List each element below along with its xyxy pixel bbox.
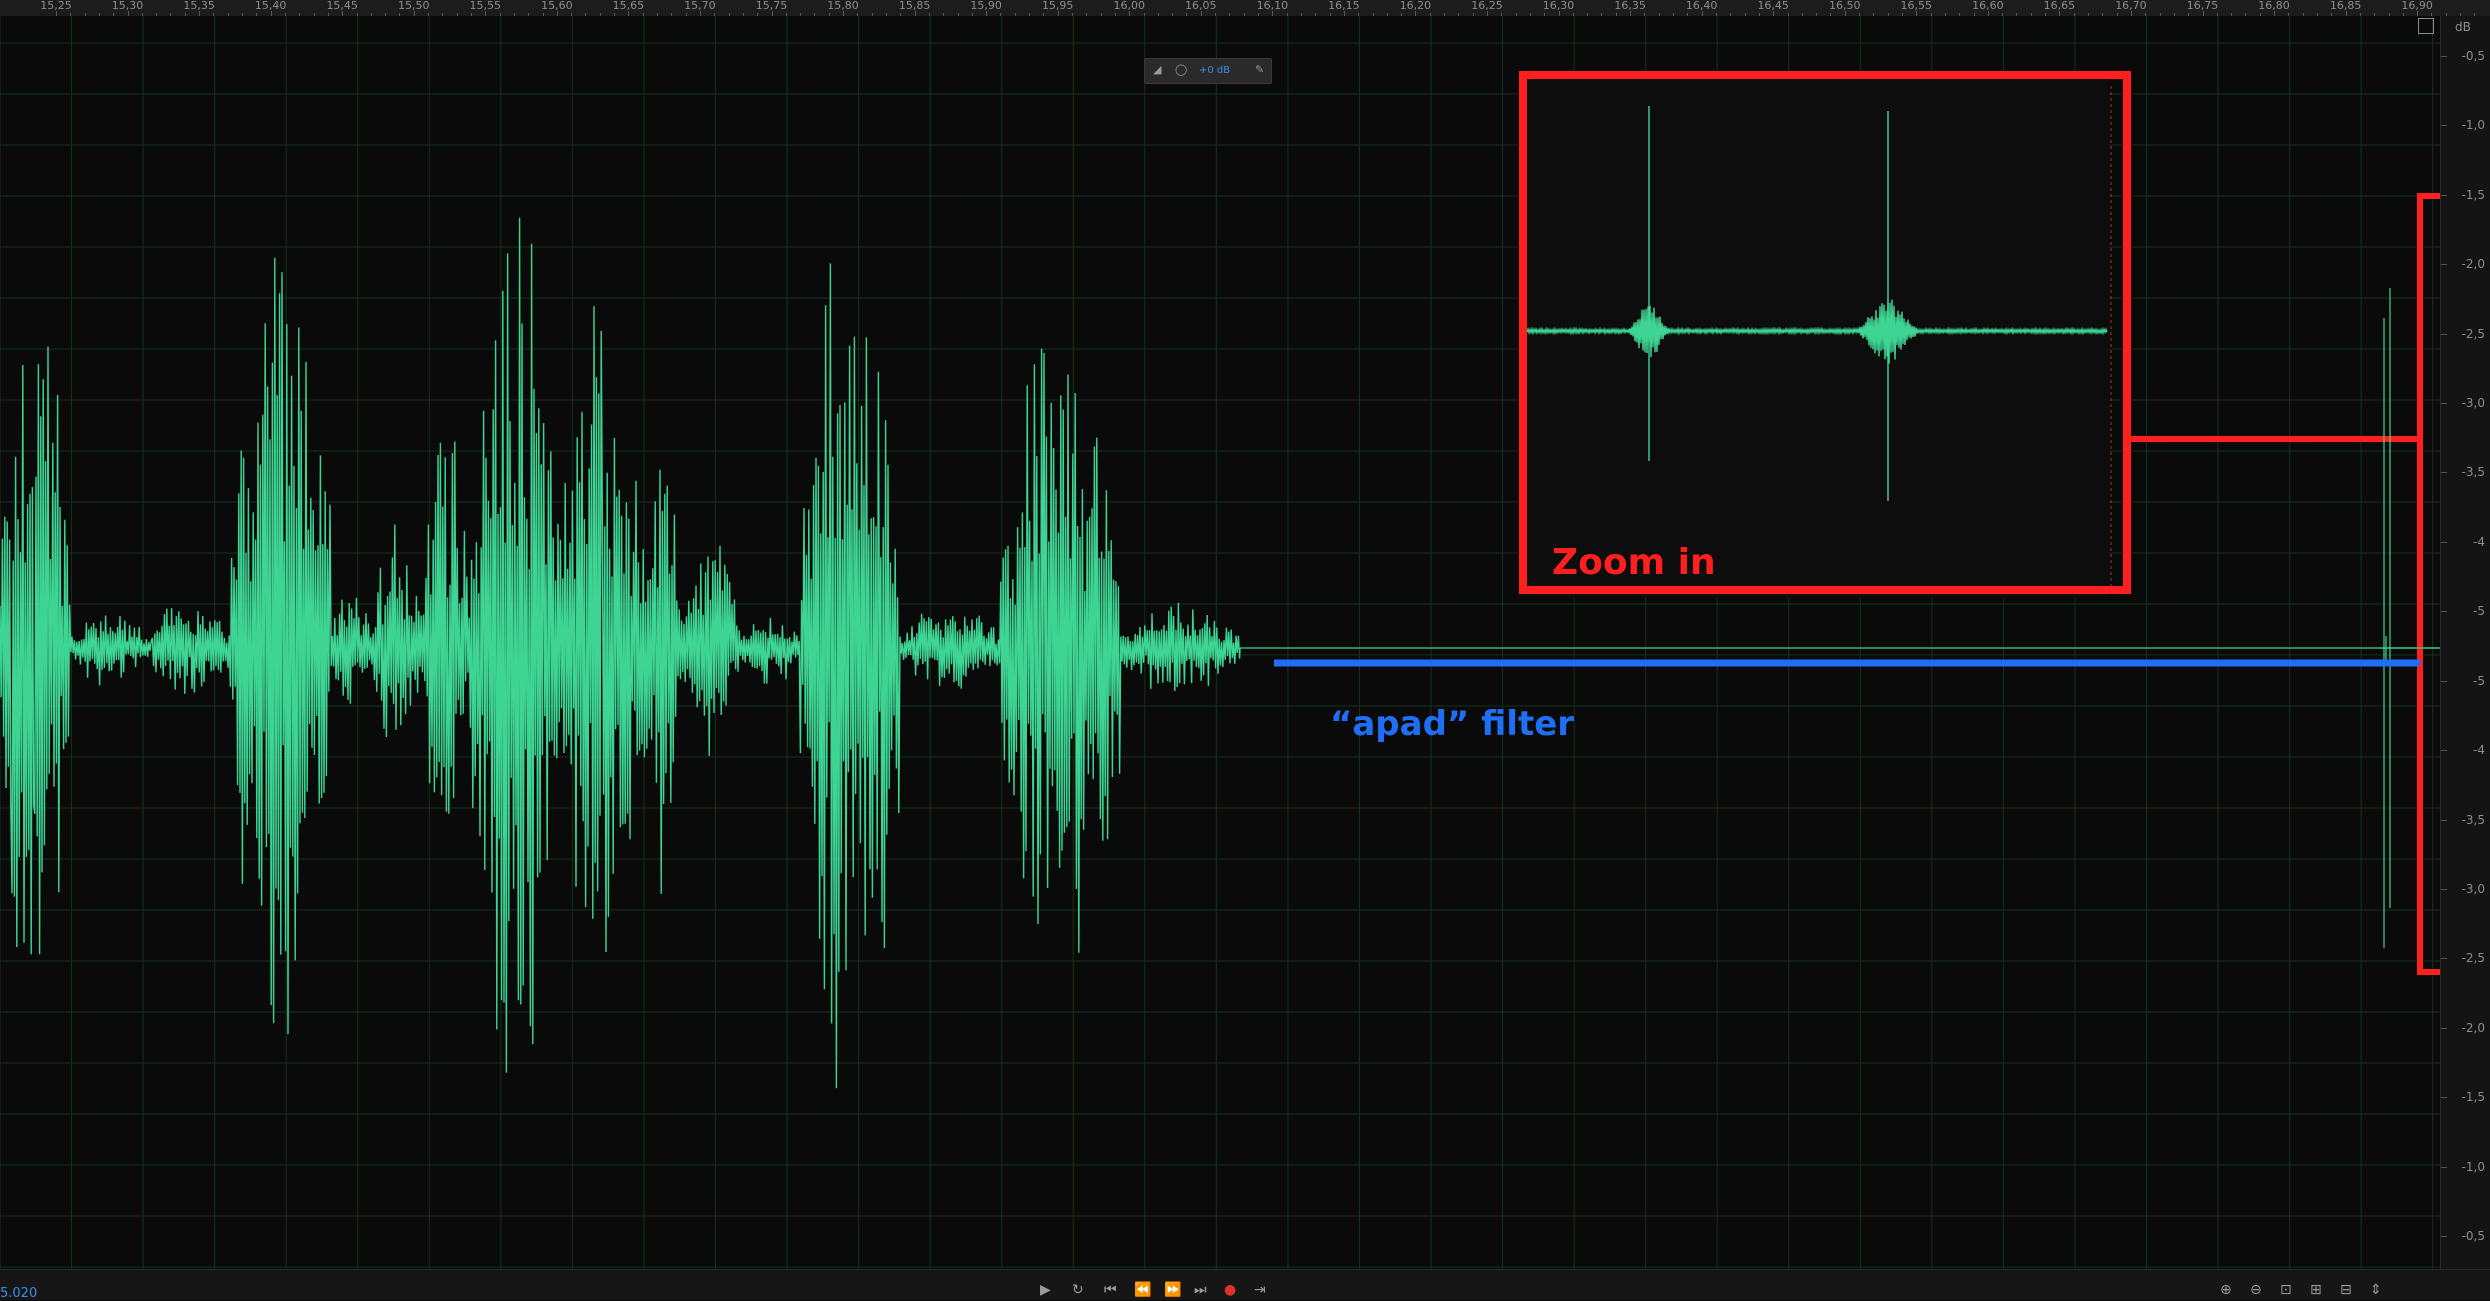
zoom-out-icon[interactable]: ⊖ (2250, 1282, 2262, 1298)
scale-tick (2441, 1166, 2447, 1168)
ruler-tick-label: 16,35 (1614, 0, 1646, 12)
record-icon[interactable]: ● (1224, 1282, 1236, 1298)
scale-tick (2441, 819, 2447, 821)
ruler-tick-label: 16,00 (1113, 0, 1146, 12)
scale-tick (2441, 1097, 2447, 1099)
ruler-tick-label: 16,45 (1757, 0, 1789, 12)
scale-label: -0,5 (2461, 49, 2485, 63)
scale-label: -2,0 (2461, 257, 2485, 272)
ruler-tick-label: 15,65 (612, 0, 645, 12)
scale-label: -1,5 (2461, 187, 2485, 202)
gain-hud[interactable]: ◢ ◯ +0 dB ✎ (1144, 58, 1272, 84)
zoom-selection-icon[interactable]: ⊞ (2310, 1282, 2322, 1298)
zoom-inset (1519, 71, 2131, 598)
gain-value: +0 dB (1199, 65, 1231, 76)
ruler-tick-label: 16,50 (1829, 0, 1861, 12)
transport-bar: 5.020 ▶ ↻ ⏮ ⏪ ⏩ ⏭ ● ⇥ ⊕ ⊖ ⊡ ⊞ ⊟ ⇕ (0, 1269, 2490, 1301)
ruler-tick-label: 15,25 (40, 0, 72, 12)
scale-label: -1,0 (2461, 1159, 2485, 1174)
scale-label: -2,5 (2461, 951, 2485, 966)
zoom-in-icon[interactable]: ⊕ (2220, 1282, 2232, 1298)
ruler-tick-label: 16,25 (1471, 0, 1503, 12)
scale-label: -2,0 (2461, 1020, 2485, 1035)
ruler-tick-label: 16,40 (1685, 0, 1718, 12)
ruler-tick-label: 15,35 (183, 0, 215, 12)
zoom-corner-icon[interactable] (2418, 18, 2434, 34)
scale-tick (2441, 680, 2447, 682)
scale-label: -4 (2473, 743, 2485, 758)
scale-tick (2441, 56, 2447, 57)
scale-tick (2441, 333, 2447, 335)
scale-label: -0,5 (2461, 1229, 2485, 1243)
ruler-tick-label: 15,80 (827, 0, 859, 12)
rewind-icon[interactable]: ⏪ (1134, 1282, 1151, 1298)
zoom-in-label: Zoom in (1552, 542, 1716, 583)
play-icon[interactable]: ▶ (1040, 1282, 1051, 1298)
ruler-tick-label: 16,10 (1256, 0, 1289, 12)
ruler-tick-label: 15,90 (970, 0, 1002, 12)
zoom-full-icon[interactable]: ⊟ (2340, 1282, 2352, 1298)
skip-icon[interactable]: ⇥ (1254, 1282, 1266, 1298)
scale-tick (2441, 1027, 2447, 1029)
ruler-tick-label: 16,65 (2043, 0, 2076, 12)
ruler-tick-label: 15,40 (254, 0, 287, 12)
time-ruler[interactable]: 15,25 15,30 15,35 15,40 15,45 15,50 15,55 15,60… (0, 0, 2490, 17)
forward-icon[interactable]: ⏩ (1164, 1282, 1181, 1298)
pin-icon[interactable]: ✎ (1255, 63, 1264, 76)
scale-label: -3,5 (2461, 465, 2485, 480)
scale-tick (2441, 403, 2447, 405)
ruler-tick-label: 16,85 (2329, 0, 2362, 12)
ruler-tick-label: 16,30 (1542, 0, 1575, 12)
zoom-vertical-icon[interactable]: ⇕ (2370, 1282, 2382, 1298)
scale-unit: dB (2455, 20, 2471, 34)
ruler-tick-label: 15,55 (469, 0, 502, 12)
ruler-tick-label: 16,05 (1185, 0, 1217, 12)
ruler-tick-label: 15,50 (398, 0, 430, 12)
ruler-tick-label: 15,75 (755, 0, 788, 12)
ruler-tick-label: 15,70 (684, 0, 716, 12)
ruler-tick-label: 16,80 (2258, 0, 2290, 12)
loop-icon[interactable]: ↻ (1072, 1282, 1084, 1298)
scale-tick (2441, 472, 2447, 474)
scale-tick (2441, 888, 2447, 890)
scale-tick (2441, 264, 2447, 266)
scale-label: -3,5 (2461, 812, 2485, 827)
rewind-start-icon[interactable]: ⏮ (1104, 1282, 1117, 1298)
scale-label: -4 (2473, 534, 2485, 549)
waveform-canvas[interactable] (0, 16, 2461, 1269)
amplitude-scale: dB -0,5 -1,0 -1,5 -2,0 -2,5 -3,0 -3,5 -4 -5 -5 -4 -… (2440, 16, 2490, 1269)
scale-tick (2441, 194, 2447, 196)
scale-label: -1,0 (2461, 118, 2485, 133)
ruler-tick-label: 15,45 (326, 0, 358, 12)
scale-label: -3,0 (2461, 881, 2485, 896)
scale-label: -5 (2473, 673, 2485, 688)
ruler-tick-label: 15,85 (898, 0, 931, 12)
ruler-tick-label: 16,20 (1399, 0, 1432, 12)
ruler-tick-label: 16,90 (2401, 0, 2433, 12)
ruler-tick-label: 15,95 (1041, 0, 1074, 12)
ruler-tick-label: 16,15 (1328, 0, 1360, 12)
scale-tick (2441, 1236, 2447, 1237)
ruler-tick-label: 15,30 (111, 0, 144, 12)
ruler-tick-label: 16,55 (1900, 0, 1933, 12)
scale-tick (2441, 541, 2447, 543)
scale-tick (2441, 125, 2447, 127)
ruler-tick-label: 16,70 (2115, 0, 2147, 12)
knob-icon[interactable]: ◯ (1175, 63, 1187, 76)
scale-label: -3,0 (2461, 396, 2485, 411)
scale-label: -2,5 (2461, 326, 2485, 341)
level-icon: ◢ (1153, 63, 1162, 76)
apad-filter-label: “apad” filter (1330, 704, 1575, 744)
ruler-tick-label: 16,60 (1972, 0, 2004, 12)
scale-tick (2441, 611, 2447, 613)
waveform-editor[interactable]: ◢ ◯ +0 dB ✎ Zoom in “apad” filter (0, 16, 2461, 1285)
scale-label: -5 (2473, 604, 2485, 619)
ruler-tick-label: 16,75 (2186, 0, 2219, 12)
scale-tick (2441, 958, 2447, 960)
scale-tick (2441, 750, 2447, 752)
zoom-fit-icon[interactable]: ⊡ (2280, 1282, 2292, 1298)
scale-label: -1,5 (2461, 1090, 2485, 1105)
forward-end-icon[interactable]: ⏭ (1194, 1282, 1207, 1298)
ruler-tick-label: 15,60 (541, 0, 573, 12)
